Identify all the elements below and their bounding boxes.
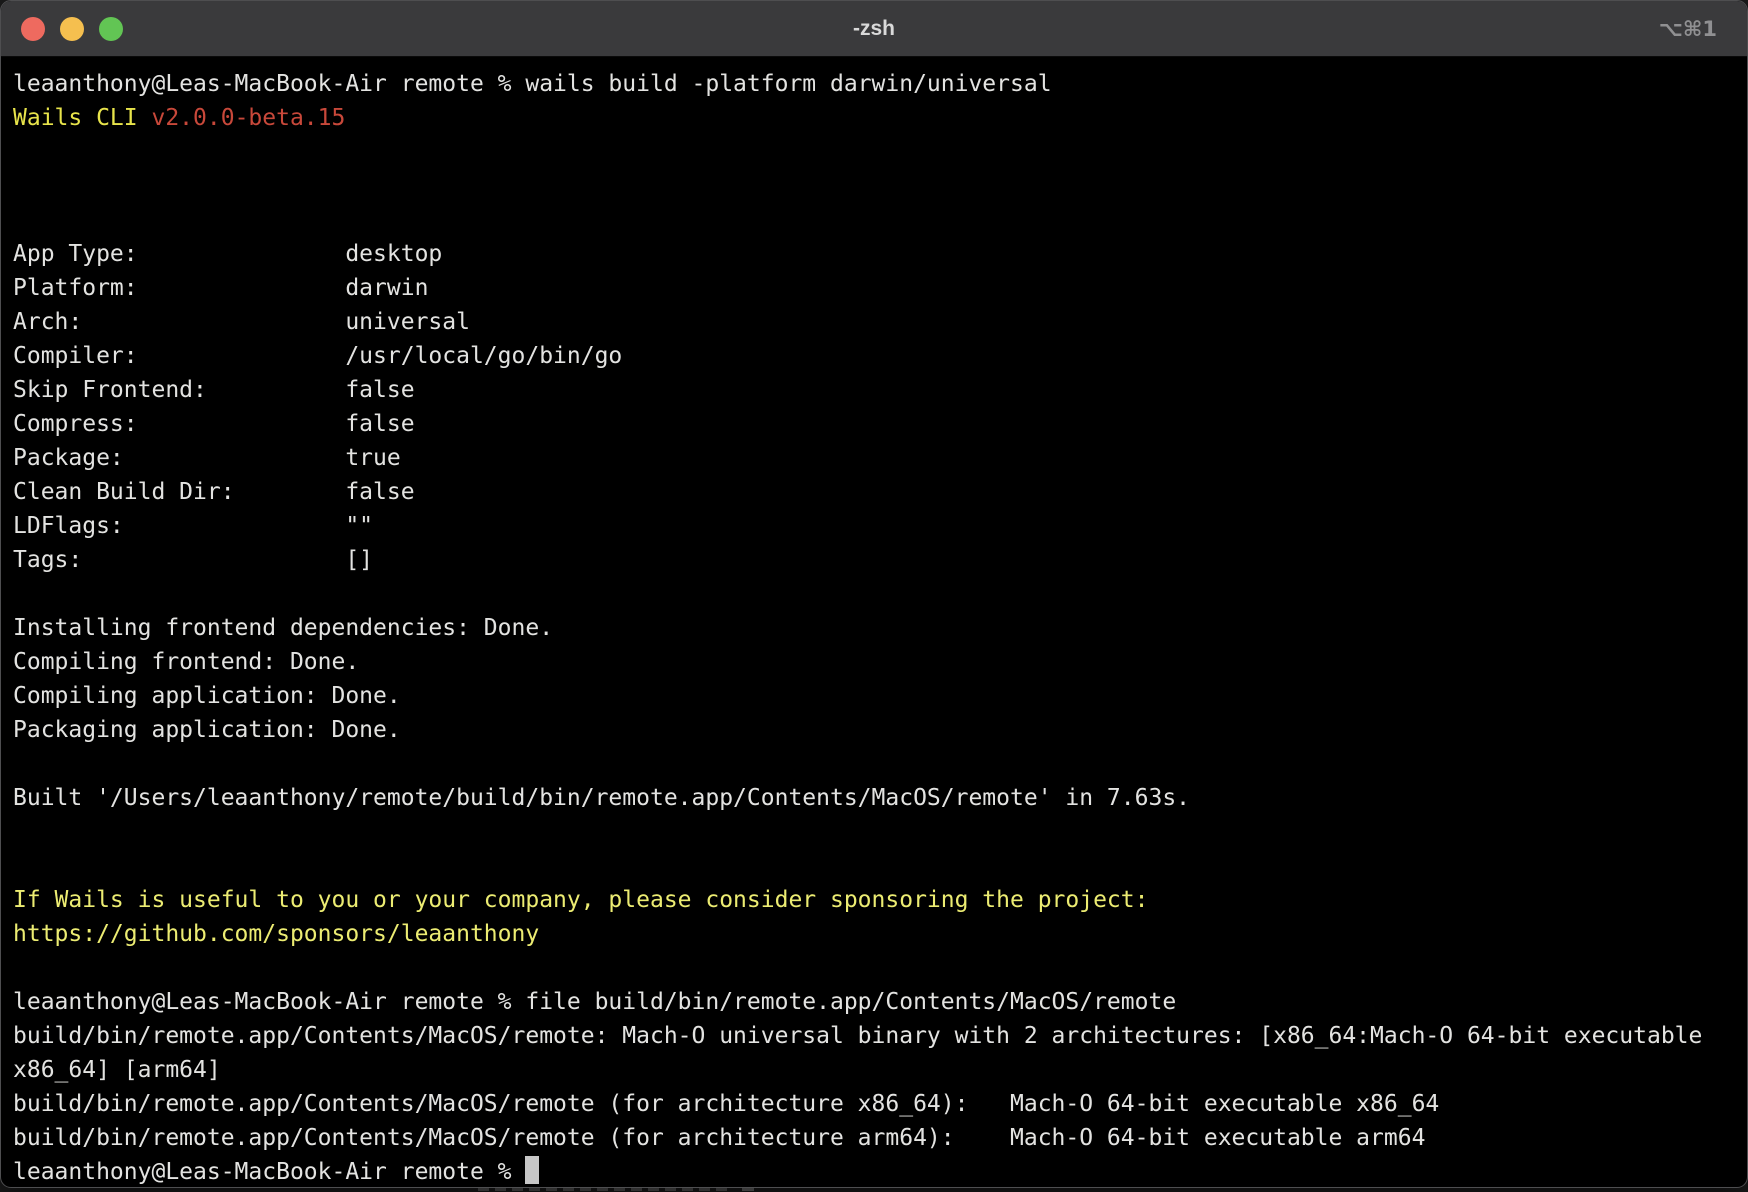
terminal-text-segment: Platform: darwin bbox=[13, 275, 428, 301]
terminal-line bbox=[13, 135, 1747, 169]
terminal-text-segment: x86_64] [arm64] bbox=[13, 1057, 221, 1083]
terminal-line: Clean Build Dir: false bbox=[13, 475, 1747, 509]
terminal-text-segment: build/bin/remote.app/Contents/MacOS/remo… bbox=[13, 1125, 1425, 1151]
terminal-line: App Type: desktop bbox=[13, 237, 1747, 271]
terminal-text-segment: v2.0.0-beta.15 bbox=[151, 105, 345, 131]
terminal-line: Arch: universal bbox=[13, 305, 1747, 339]
terminal-window: -zsh ⌥⌘1 leaanthony@Leas-MacBook-Air rem… bbox=[0, 0, 1748, 1188]
terminal-line: Tags: [] bbox=[13, 543, 1747, 577]
terminal-cursor bbox=[525, 1156, 539, 1184]
terminal-line: leaanthony@Leas-MacBook-Air remote % fil… bbox=[13, 985, 1747, 1019]
terminal-text-segment: Arch: universal bbox=[13, 309, 470, 335]
terminal-line: If Wails is useful to you or your compan… bbox=[13, 883, 1747, 917]
terminal-line: https://github.com/sponsors/leaanthony bbox=[13, 917, 1747, 951]
terminal-line: Package: true bbox=[13, 441, 1747, 475]
terminal-line bbox=[13, 169, 1747, 203]
terminal-text-segment: leaanthony@Leas-MacBook-Air remote % wai… bbox=[13, 71, 1052, 97]
terminal-text-segment: App Type: desktop bbox=[13, 241, 442, 267]
terminal-line: Skip Frontend: false bbox=[13, 373, 1747, 407]
terminal-text-segment: Clean Build Dir: false bbox=[13, 479, 415, 505]
terminal-text-segment: Compiling frontend: Done. bbox=[13, 649, 359, 675]
terminal-text-segment: Built '/Users/leaanthony/remote/build/bi… bbox=[13, 785, 1190, 811]
terminal-text-segment: Package: true bbox=[13, 445, 401, 471]
terminal-text-segment: build/bin/remote.app/Contents/MacOS/remo… bbox=[13, 1023, 1702, 1049]
terminal-line: Platform: darwin bbox=[13, 271, 1747, 305]
terminal-text-segment: Tags: [] bbox=[13, 547, 373, 573]
terminal-line: Built '/Users/leaanthony/remote/build/bi… bbox=[13, 781, 1747, 815]
terminal-screen[interactable]: leaanthony@Leas-MacBook-Air remote % wai… bbox=[1, 57, 1747, 1188]
terminal-line: leaanthony@Leas-MacBook-Air remote % bbox=[13, 1155, 1747, 1188]
terminal-line bbox=[13, 849, 1747, 883]
terminal-text-segment: If Wails is useful to you or your compan… bbox=[13, 887, 1148, 913]
window-titlebar[interactable]: -zsh ⌥⌘1 bbox=[1, 1, 1747, 57]
terminal-line: leaanthony@Leas-MacBook-Air remote % wai… bbox=[13, 67, 1747, 101]
terminal-line: Packaging application: Done. bbox=[13, 713, 1747, 747]
terminal-text-segment: leaanthony@Leas-MacBook-Air remote % fil… bbox=[13, 989, 1176, 1015]
terminal-text-segment: build/bin/remote.app/Contents/MacOS/remo… bbox=[13, 1091, 1439, 1117]
terminal-line bbox=[13, 951, 1747, 985]
terminal-line: Wails CLI v2.0.0-beta.15 bbox=[13, 101, 1747, 135]
terminal-text-segment: Installing frontend dependencies: Done. bbox=[13, 615, 553, 641]
terminal-line bbox=[13, 577, 1747, 611]
terminal-text-segment: Compress: false bbox=[13, 411, 415, 437]
terminal-text-segment: Packaging application: Done. bbox=[13, 717, 401, 743]
terminal-line: LDFlags: "" bbox=[13, 509, 1747, 543]
terminal-text-segment: https://github.com/sponsors/leaanthony bbox=[13, 921, 539, 947]
window-title: -zsh bbox=[1, 1, 1747, 57]
terminal-text-segment: LDFlags: "" bbox=[13, 513, 373, 539]
terminal-line bbox=[13, 747, 1747, 781]
terminal-line: Compiling frontend: Done. bbox=[13, 645, 1747, 679]
terminal-text-segment: Compiler: /usr/local/go/bin/go bbox=[13, 343, 622, 369]
terminal-line: Compiler: /usr/local/go/bin/go bbox=[13, 339, 1747, 373]
terminal-line bbox=[13, 203, 1747, 237]
terminal-text-segment: Compiling application: Done. bbox=[13, 683, 401, 709]
terminal-line: Compress: false bbox=[13, 407, 1747, 441]
desktop-background: -zsh ⌥⌘1 leaanthony@Leas-MacBook-Air rem… bbox=[0, 0, 1748, 1192]
terminal-line: build/bin/remote.app/Contents/MacOS/remo… bbox=[13, 1019, 1747, 1053]
window-shortcut-badge: ⌥⌘1 bbox=[1659, 1, 1717, 57]
terminal-line: Compiling application: Done. bbox=[13, 679, 1747, 713]
terminal-text-segment: Wails CLI bbox=[13, 105, 151, 131]
terminal-line: Installing frontend dependencies: Done. bbox=[13, 611, 1747, 645]
terminal-line bbox=[13, 815, 1747, 849]
terminal-line: build/bin/remote.app/Contents/MacOS/remo… bbox=[13, 1121, 1747, 1155]
terminal-line: x86_64] [arm64] bbox=[13, 1053, 1747, 1087]
terminal-text-segment: Skip Frontend: false bbox=[13, 377, 415, 403]
terminal-line: build/bin/remote.app/Contents/MacOS/remo… bbox=[13, 1087, 1747, 1121]
terminal-text-segment: leaanthony@Leas-MacBook-Air remote % bbox=[13, 1159, 525, 1185]
